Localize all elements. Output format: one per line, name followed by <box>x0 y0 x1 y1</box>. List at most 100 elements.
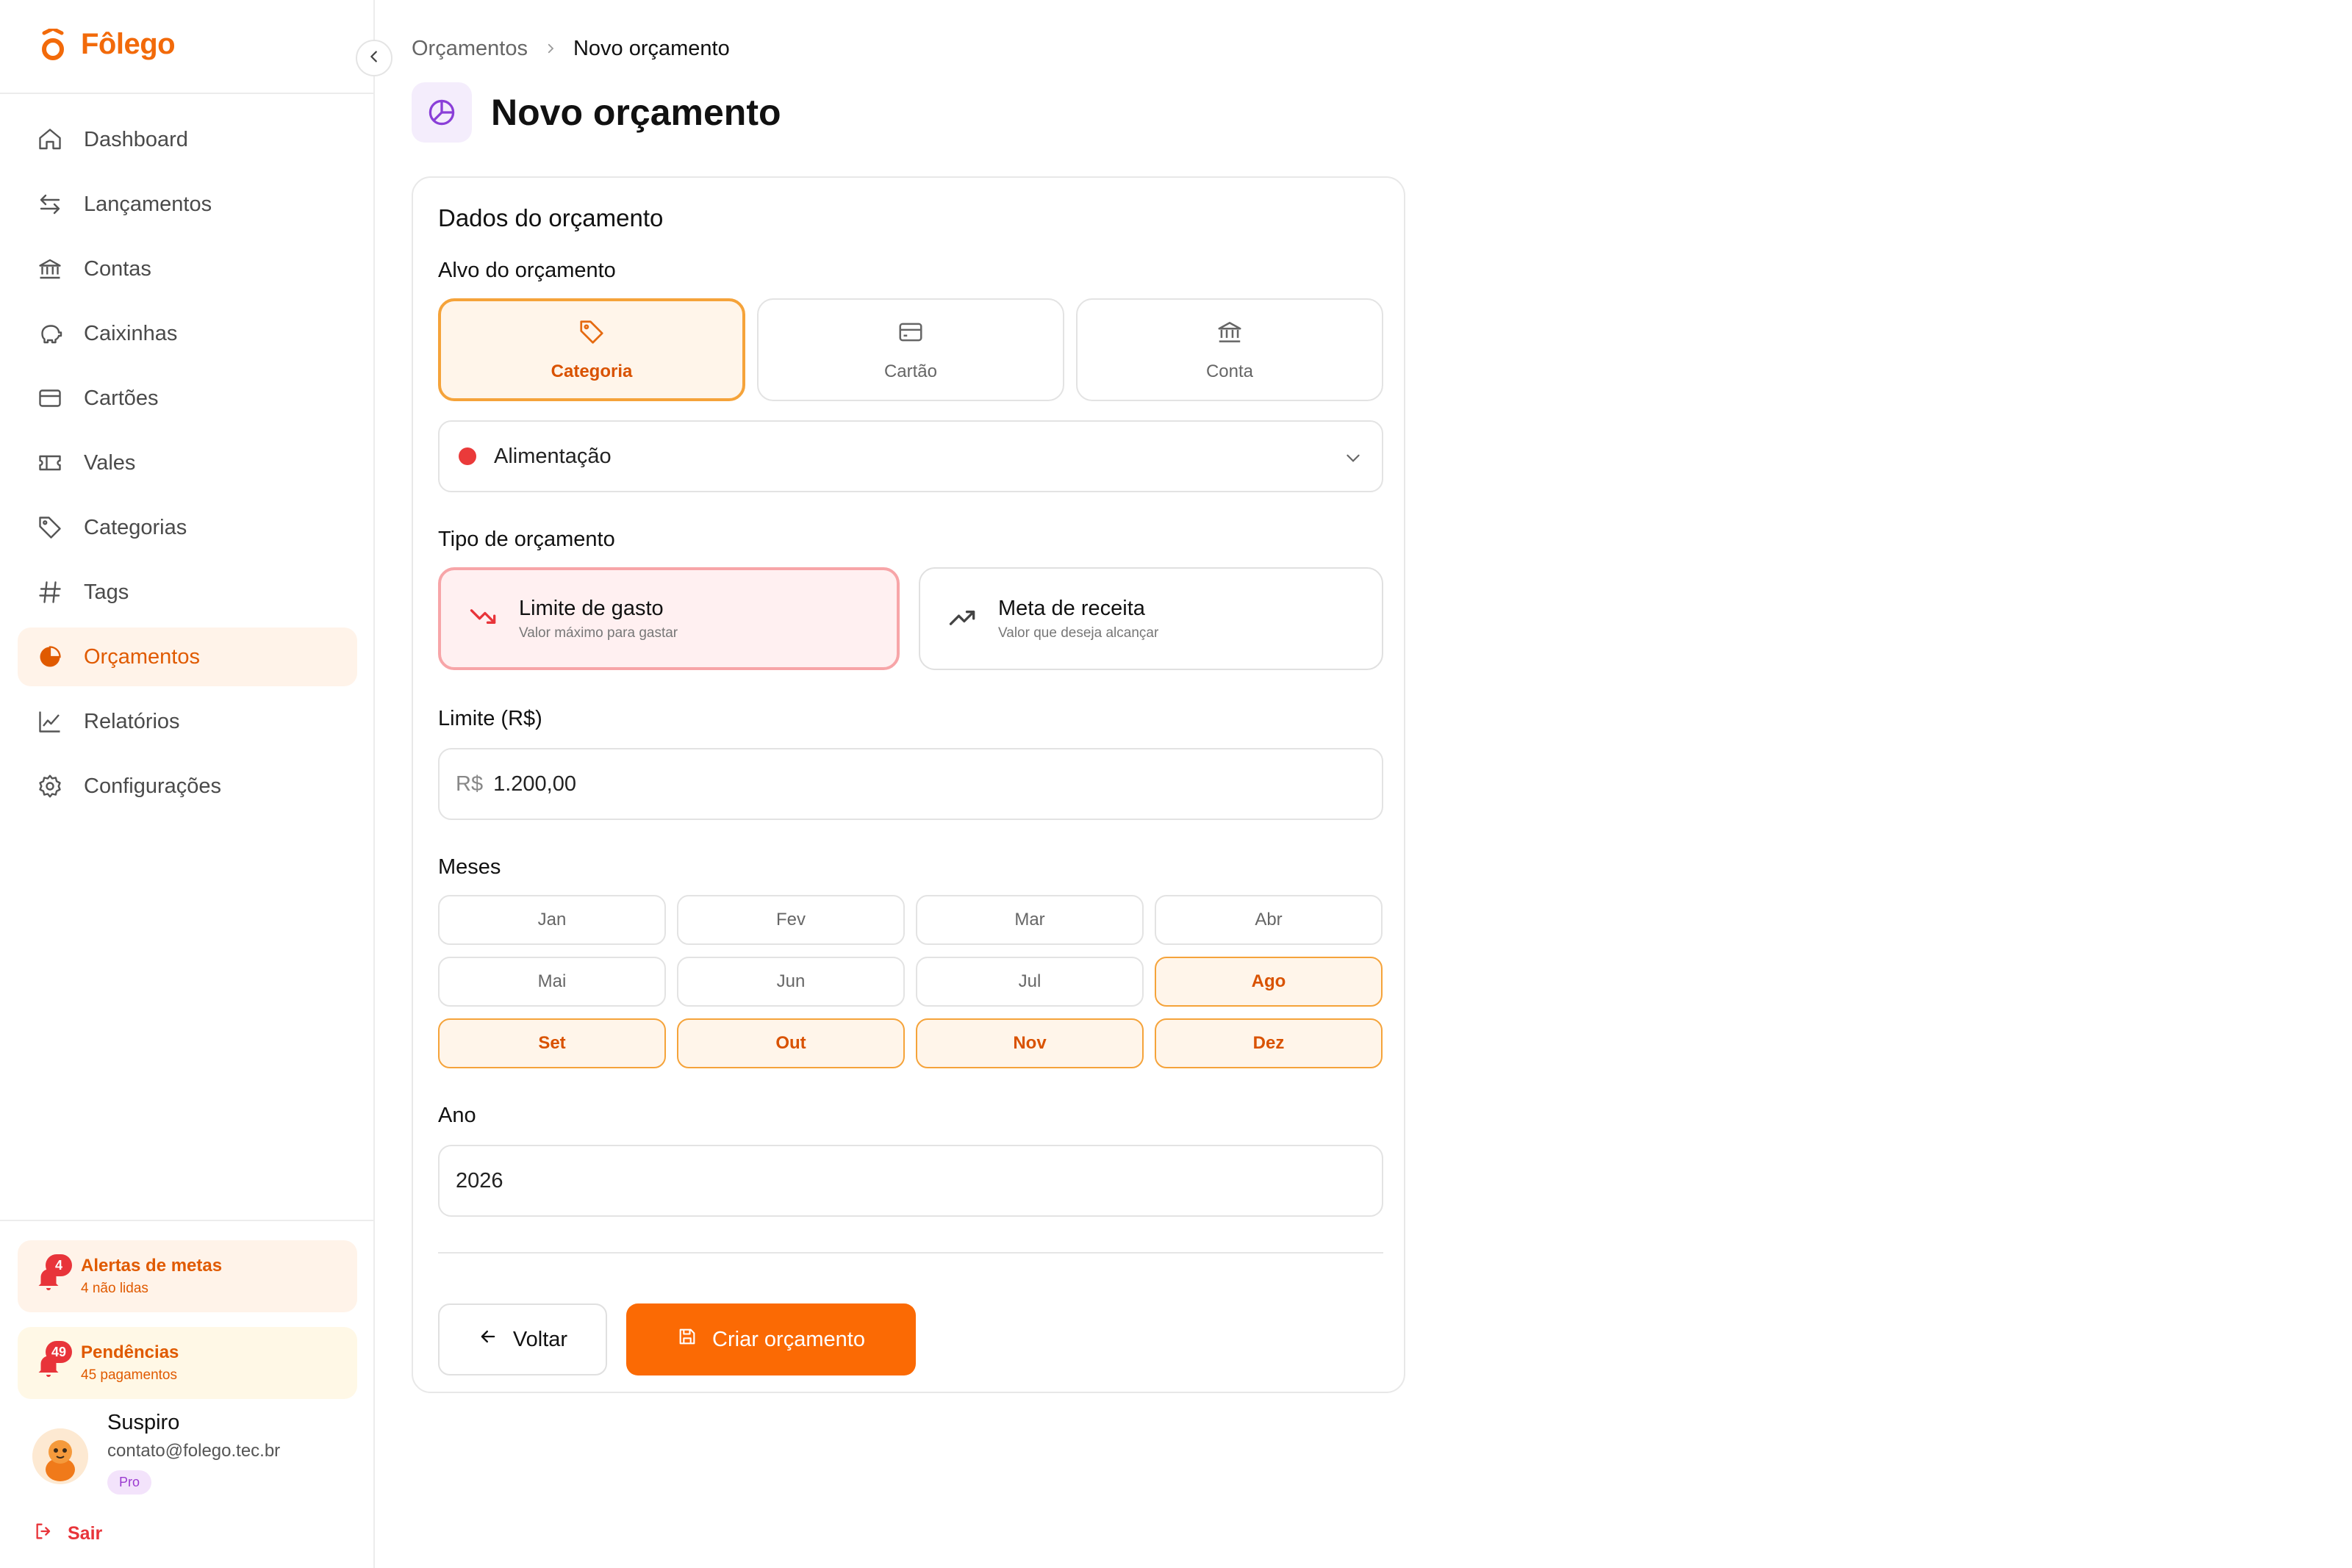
sidebar-item-tags[interactable]: Tags <box>18 563 357 622</box>
target-option-categoria[interactable]: Categoria <box>438 298 745 401</box>
sidebar-item-relatorios[interactable]: Relatórios <box>18 692 357 751</box>
type-option-title: Limite de gasto <box>519 596 664 620</box>
sidebar-item-contas[interactable]: Contas <box>18 240 357 298</box>
month-dez[interactable]: Dez <box>1155 1018 1383 1068</box>
sidebar-item-categorias[interactable]: Categorias <box>18 498 357 557</box>
sidebar: Fôlego Dashboard Lançamentos Contas Caix… <box>0 0 375 1568</box>
pie-chart-icon <box>412 82 472 143</box>
pending-count-badge: 49 <box>46 1341 72 1363</box>
bell-icon: 49 <box>35 1341 72 1379</box>
page-header: Novo orçamento <box>412 82 781 143</box>
sidebar-nav: Dashboard Lançamentos Contas Caixinhas C… <box>18 110 357 821</box>
months-label: Meses <box>438 855 501 879</box>
chevron-right-icon <box>544 37 557 61</box>
breadcrumb-parent-link[interactable]: Orçamentos <box>412 37 528 61</box>
category-select-value: Alimentação <box>494 444 612 468</box>
logout-icon <box>34 1521 54 1547</box>
user-profile[interactable]: Suspiro contato@folego.tec.br Pro <box>32 1411 280 1495</box>
sidebar-item-label: Tags <box>84 580 129 604</box>
month-mar[interactable]: Mar <box>916 895 1144 945</box>
sidebar-item-label: Cartões <box>84 386 159 410</box>
sidebar-item-label: Configurações <box>84 774 221 798</box>
limit-value: 1.200,00 <box>493 772 576 796</box>
breadcrumb-current: Novo orçamento <box>573 37 730 60</box>
logout-button[interactable]: Sair <box>34 1521 102 1547</box>
piggy-bank-icon <box>35 319 65 348</box>
plan-badge: Pro <box>107 1470 152 1495</box>
year-input[interactable]: 2026 <box>438 1145 1383 1217</box>
logout-label: Sair <box>68 1523 103 1544</box>
bank-icon <box>35 254 65 284</box>
logo-mark-icon <box>40 26 66 61</box>
sidebar-item-dashboard[interactable]: Dashboard <box>18 110 357 169</box>
bell-icon: 4 <box>35 1254 72 1292</box>
back-button-label: Voltar <box>512 1327 568 1351</box>
month-abr[interactable]: Abr <box>1155 895 1383 945</box>
line-chart-icon <box>35 707 65 736</box>
currency-prefix: R$ <box>456 772 484 796</box>
type-option-meta[interactable]: Meta de receita Valor que deseja alcança… <box>919 567 1383 670</box>
gear-icon <box>35 772 65 801</box>
limit-input[interactable]: R$ 1.200,00 <box>438 748 1383 820</box>
alert-title: Alertas de metas <box>81 1256 223 1276</box>
chevron-left-icon <box>366 48 382 68</box>
brand-name: Fôlego <box>81 28 176 60</box>
back-button[interactable]: Voltar <box>438 1303 607 1375</box>
sidebar-item-caixinhas[interactable]: Caixinhas <box>18 304 357 363</box>
avatar <box>32 1428 88 1484</box>
page-title: Novo orçamento <box>491 92 781 133</box>
target-option-cartao[interactable]: Cartão <box>757 298 1064 401</box>
collapse-sidebar-button[interactable] <box>356 40 392 76</box>
tag-icon <box>35 513 65 542</box>
months-grid: Jan Fev Mar Abr Mai Jun Jul Ago Set Out … <box>438 895 1383 1068</box>
hash-icon <box>35 578 65 607</box>
sidebar-item-label: Relatórios <box>84 709 180 733</box>
type-option-subtitle: Valor que deseja alcançar <box>998 625 1159 641</box>
type-option-subtitle: Valor máximo para gastar <box>519 625 678 641</box>
month-jun[interactable]: Jun <box>677 957 905 1007</box>
trending-up-icon <box>947 601 979 637</box>
user-email: contato@folego.tec.br <box>107 1441 281 1461</box>
create-budget-label: Criar orçamento <box>712 1327 865 1351</box>
target-option-conta[interactable]: Conta <box>1076 298 1383 401</box>
sidebar-item-vales[interactable]: Vales <box>18 434 357 492</box>
chevron-down-icon <box>1344 448 1363 473</box>
sidebar-item-label: Categorias <box>84 515 187 539</box>
month-nov[interactable]: Nov <box>916 1018 1144 1068</box>
month-set[interactable]: Set <box>438 1018 666 1068</box>
brand-logo[interactable]: Fôlego <box>40 26 176 61</box>
create-budget-button[interactable]: Criar orçamento <box>626 1303 916 1375</box>
credit-card-icon <box>897 318 925 351</box>
bank-icon <box>1216 318 1244 351</box>
pie-chart-icon <box>35 642 65 672</box>
pending-payments-card[interactable]: 49 Pendências 45 pagamentos <box>18 1327 357 1399</box>
budget-form-card: Dados do orçamento Alvo do orçamento Cat… <box>412 176 1405 1393</box>
month-jul[interactable]: Jul <box>916 957 1144 1007</box>
month-jan[interactable]: Jan <box>438 895 666 945</box>
alert-count-badge: 4 <box>46 1254 72 1276</box>
sidebar-item-configuracoes[interactable]: Configurações <box>18 757 357 816</box>
year-label: Ano <box>438 1104 476 1127</box>
goal-alerts-card[interactable]: 4 Alertas de metas 4 não lidas <box>18 1240 357 1312</box>
arrow-left-icon <box>478 1326 498 1353</box>
month-out[interactable]: Out <box>677 1018 905 1068</box>
save-icon <box>677 1326 698 1353</box>
month-mai[interactable]: Mai <box>438 957 666 1007</box>
user-name: Suspiro <box>107 1411 180 1434</box>
type-label: Tipo de orçamento <box>438 528 615 551</box>
type-option-limite[interactable]: Limite de gasto Valor máximo para gastar <box>438 567 900 670</box>
target-option-label: Conta <box>1205 361 1254 381</box>
year-value: 2026 <box>456 1168 503 1193</box>
category-select[interactable]: Alimentação <box>438 420 1383 492</box>
sidebar-item-cartoes[interactable]: Cartões <box>18 369 357 428</box>
sidebar-item-lancamentos[interactable]: Lançamentos <box>18 175 357 234</box>
alert-title: Pendências <box>81 1342 179 1362</box>
sidebar-item-orcamentos[interactable]: Orçamentos <box>18 627 357 686</box>
month-ago[interactable]: Ago <box>1155 957 1383 1007</box>
target-option-label: Categoria <box>551 361 633 381</box>
alert-subtitle: 4 não lidas <box>81 1281 148 1296</box>
trending-down-icon <box>467 601 500 637</box>
tag-icon <box>578 318 606 351</box>
limit-label: Limite (R$) <box>438 707 542 730</box>
month-fev[interactable]: Fev <box>677 895 905 945</box>
